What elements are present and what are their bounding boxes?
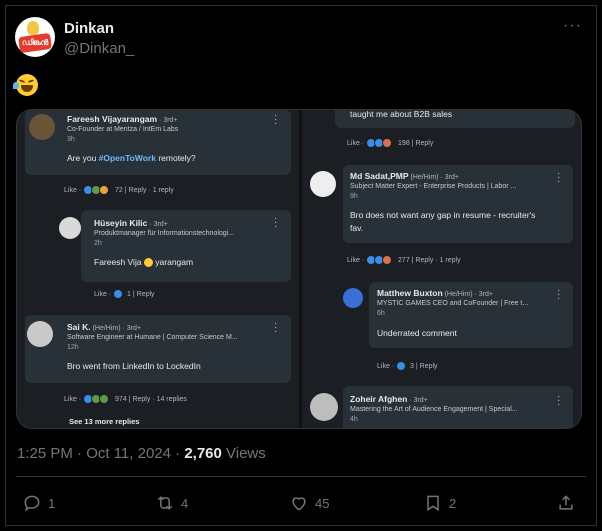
reaction-count[interactable]: 198 bbox=[398, 140, 410, 147]
reply-button[interactable]: Reply bbox=[129, 187, 147, 194]
commenter-headline: Produktmanager für Informationstechnolog… bbox=[94, 230, 235, 237]
comment-text: taught me about B2B sales bbox=[350, 109, 453, 119]
more-options-icon[interactable]: ··· bbox=[563, 17, 582, 35]
attached-image[interactable]: Fareesh Vijayarangam · 3rd+ Co-Founder a… bbox=[16, 109, 582, 429]
like-button[interactable]: Like bbox=[94, 291, 107, 298]
reply-button[interactable]: Reply bbox=[137, 291, 155, 298]
like-button[interactable]: Like bbox=[347, 140, 360, 147]
comment-time: 6h bbox=[377, 310, 385, 317]
comment-text: Fareesh Vija yarangam bbox=[94, 257, 194, 268]
retweet-count: 4 bbox=[181, 495, 189, 511]
divider bbox=[16, 476, 586, 477]
reply-icon bbox=[24, 495, 40, 512]
comment-time: 12h bbox=[67, 344, 79, 351]
comment-options-icon[interactable]: · · · bbox=[274, 214, 278, 232]
like-count: 45 bbox=[315, 495, 330, 511]
tweet-timestamp[interactable]: 1:25 PM · Oct 11, 2024 · 2,760 Views bbox=[17, 445, 266, 462]
see-more-replies-link[interactable]: See 13 more replies bbox=[69, 417, 139, 426]
comment-options-icon[interactable]: · · · bbox=[557, 286, 561, 304]
avatar-character bbox=[27, 21, 39, 35]
bookmark-count: 2 bbox=[449, 495, 457, 511]
reaction-count[interactable]: 1 bbox=[127, 291, 131, 298]
avatar[interactable] bbox=[59, 217, 81, 239]
reaction-count[interactable]: 974 bbox=[115, 396, 127, 403]
comment-text: Underrated comment bbox=[377, 328, 457, 338]
commenter-name[interactable]: Matthew Buxton (He/Him) · 3rd+ bbox=[377, 288, 493, 298]
commenter-headline: Subject Matter Expert - Enterprise Produ… bbox=[350, 183, 517, 190]
comment-actions: Like · 3 | Reply bbox=[377, 361, 438, 371]
commenter-name[interactable]: Sai K. (He/Him) · 3rd+ bbox=[67, 322, 141, 332]
views-count: 2,760 bbox=[184, 445, 222, 462]
rofl-emoji-icon bbox=[13, 74, 38, 96]
commenter-headline: Co-Founder at Mentza / IntEm Labs bbox=[67, 126, 179, 133]
comment-actions: Like · 974 | Reply · 14 replies bbox=[64, 394, 187, 404]
comment-card bbox=[25, 315, 291, 383]
retweet-icon bbox=[157, 496, 173, 510]
like-button[interactable]: Like bbox=[377, 363, 390, 370]
avatar[interactable] bbox=[310, 393, 338, 421]
comment-options-icon[interactable]: · · · bbox=[557, 392, 561, 410]
commenter-name[interactable]: Hüseyin Kilic · 3rd+ bbox=[94, 218, 168, 228]
comment-time: 4h bbox=[350, 416, 358, 423]
reply-button[interactable]: Reply bbox=[415, 140, 433, 147]
replies-link[interactable]: 14 replies bbox=[157, 396, 187, 403]
commenter-name[interactable]: Fareesh Vijayarangam · 3rd+ bbox=[67, 114, 178, 124]
replies-link[interactable]: 1 reply bbox=[153, 187, 174, 194]
comment-time: 9h bbox=[350, 193, 358, 200]
avatar[interactable] bbox=[310, 171, 336, 197]
share-button[interactable] bbox=[556, 493, 576, 513]
comment-options-icon[interactable]: · · · bbox=[274, 111, 278, 129]
comment-actions: Like · 277 | Reply · 1 reply bbox=[347, 255, 461, 265]
comment-actions: Like · 1 | Reply bbox=[94, 289, 155, 299]
comment-text: Bro does not want any gap in resume - re… bbox=[350, 210, 536, 220]
reply-button[interactable]: Reply bbox=[415, 257, 433, 264]
author-name[interactable]: Dinkan bbox=[64, 20, 114, 37]
comment-text: fav. bbox=[350, 223, 364, 233]
author-avatar[interactable]: ഡിങ്കൻ bbox=[15, 17, 55, 57]
comment-time: 2h bbox=[94, 240, 102, 247]
bookmark-button[interactable]: 2 bbox=[423, 493, 456, 513]
reply-button[interactable]: Reply bbox=[132, 396, 150, 403]
comment-options-icon[interactable]: · · · bbox=[274, 319, 278, 337]
avatar-logo-text: ഡിങ്കൻ bbox=[22, 38, 48, 47]
comment-text: Bro went from LinkedIn to LockedIn bbox=[67, 361, 201, 371]
commenter-name[interactable]: Md Sadat,PMP (He/Him) · 3rd+ bbox=[350, 171, 459, 181]
comment-actions: Like · 198 | Reply bbox=[347, 138, 434, 148]
comment-text: Are you #OpenToWork remotely? bbox=[67, 153, 196, 163]
share-icon bbox=[559, 495, 573, 510]
comment-options-icon[interactable]: · · · bbox=[557, 169, 561, 187]
comment-time: 3h bbox=[67, 136, 75, 143]
reply-count: 1 bbox=[48, 495, 56, 511]
like-button[interactable]: 45 bbox=[289, 493, 329, 513]
comment-actions: Like · 72 | Reply · 1 reply bbox=[64, 185, 174, 195]
reaction-count[interactable]: 3 bbox=[410, 363, 414, 370]
commenter-headline: MYSTIC GAMES CEO and CoFounder | Free t.… bbox=[377, 300, 529, 307]
avatar[interactable] bbox=[343, 288, 363, 308]
avatar[interactable] bbox=[29, 114, 55, 140]
author-handle[interactable]: @Dinkan_ bbox=[64, 40, 134, 57]
commenter-headline: Software Engineer at Humane | Computer S… bbox=[67, 334, 238, 341]
commenter-name[interactable]: Zoheir Afghen · 3rd+ bbox=[350, 394, 428, 404]
image-divider bbox=[299, 110, 302, 428]
commenter-headline: Mastering the Art of Audience Engagement… bbox=[350, 406, 518, 413]
reply-button[interactable]: Reply bbox=[420, 363, 438, 370]
like-button[interactable]: Like bbox=[64, 187, 77, 194]
avatar[interactable] bbox=[27, 321, 53, 347]
bookmark-icon bbox=[427, 495, 439, 512]
grin-emoji-icon bbox=[143, 258, 153, 268]
retweet-button[interactable]: 4 bbox=[155, 493, 188, 513]
reaction-count[interactable]: 72 bbox=[115, 187, 123, 194]
replies-link[interactable]: 1 reply bbox=[440, 257, 461, 264]
like-button[interactable]: Like bbox=[347, 257, 360, 264]
like-button[interactable]: Like bbox=[64, 396, 77, 403]
heart-icon bbox=[292, 497, 306, 511]
reply-button[interactable]: 1 bbox=[22, 493, 55, 513]
reaction-count[interactable]: 277 bbox=[398, 257, 410, 264]
